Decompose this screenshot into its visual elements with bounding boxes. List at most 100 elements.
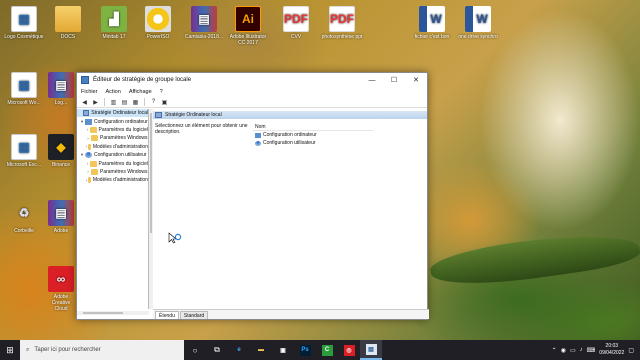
menu-action[interactable]: Action xyxy=(106,89,121,95)
poweriso-icon xyxy=(145,6,171,32)
clock[interactable]: 20:03 09/04/2022 xyxy=(599,343,624,357)
close-button[interactable]: ✕ xyxy=(405,73,427,87)
maximize-button[interactable]: ☐ xyxy=(383,73,405,87)
column-header-nom[interactable]: Nom xyxy=(253,123,373,131)
desktop-icon-poweriso[interactable]: PowerISO xyxy=(136,6,180,40)
user-icon xyxy=(255,140,261,146)
system-tray: ⌃ ◉ ▭ ♪ ⌨ 20:03 09/04/2022 ▢ xyxy=(552,340,640,360)
desktop-icon-creative-cloud[interactable]: ∞ Adobe Creative Cloud xyxy=(46,266,76,312)
desktop-icon-adobe[interactable]: ▤ Adobe xyxy=(46,200,76,234)
tab-etendu[interactable]: Étendu xyxy=(155,311,179,319)
tree-item-parametres-logiciel-user[interactable]: › Paramètres du logiciel xyxy=(77,159,148,167)
busy-cursor-icon xyxy=(168,232,182,244)
recycle-bin-icon: ♻ xyxy=(18,206,30,220)
desktop-icon-illustrator[interactable]: Ai Adobe Illustrator CC 2017 xyxy=(226,6,270,46)
group-policy-editor-icon[interactable]: ▤ xyxy=(360,340,382,360)
wallpaper-branch xyxy=(428,225,640,293)
cortana-icon[interactable]: ○ xyxy=(184,340,206,360)
desktop-icon-logo-cosmetique[interactable]: ▧ Logo Cosmétique xyxy=(2,6,46,40)
navigation-tree: Stratégie Ordinateur local ▾ Configurati… xyxy=(77,109,149,309)
tree-horizontal-scrollbar[interactable] xyxy=(77,311,149,315)
scrollbar-thumb[interactable] xyxy=(150,113,152,233)
menu-fichier[interactable]: Fichier xyxy=(81,89,98,95)
image-file-icon: ▧ xyxy=(11,6,37,32)
winrar-icon: ▤ xyxy=(48,72,74,98)
menu-help[interactable]: ? xyxy=(160,89,163,95)
folder-icon xyxy=(91,168,98,175)
battery-icon[interactable]: ▭ xyxy=(570,347,576,354)
desktop-icon-docs[interactable]: DOCS xyxy=(46,6,90,40)
desktop-icon-binance[interactable]: ◆ Binance xyxy=(46,134,76,168)
edge-icon[interactable]: e xyxy=(228,340,250,360)
task-view-icon[interactable]: ⧉ xyxy=(206,340,228,360)
desktop-icon-corbeille[interactable]: ♻ Corbeille xyxy=(2,200,46,234)
export-list-icon[interactable]: ▦ xyxy=(131,98,140,107)
tree-item-strategie-ordinateur-local[interactable]: Stratégie Ordinateur local xyxy=(77,109,148,118)
window-title: Éditeur de stratégie de groupe locale xyxy=(93,77,192,83)
menu-bar: Fichier Action Affichage ? xyxy=(77,87,427,97)
desktop-icon-onedrive[interactable]: W one drive synchro xyxy=(456,6,500,40)
camtasia-icon[interactable]: C xyxy=(316,340,338,360)
folder-icon xyxy=(55,6,81,32)
keyboard-icon[interactable]: ⌨ xyxy=(587,347,596,354)
pane-header: Stratégie Ordinateur local xyxy=(153,111,427,119)
store-icon[interactable]: ▣ xyxy=(272,340,294,360)
creative-cloud-icon[interactable]: ◎ xyxy=(338,340,360,360)
desktop-icon-photosynthese[interactable]: PDF photosynthèse ppt xyxy=(320,6,364,40)
list-item-configuration-ordinateur[interactable]: Configuration ordinateur xyxy=(253,131,373,139)
image-file-icon: ▧ xyxy=(11,72,37,98)
file-explorer-icon[interactable]: ▬ xyxy=(250,340,272,360)
list-item-configuration-utilisateur[interactable]: Configuration utilisateur xyxy=(253,139,373,147)
chevron-up-icon[interactable]: ⌃ xyxy=(552,347,557,354)
network-icon[interactable]: ◉ xyxy=(561,347,566,354)
desktop-icon-cvv[interactable]: PDF CVV xyxy=(274,6,318,40)
creative-cloud-icon: ∞ xyxy=(48,266,74,292)
photoshop-icon[interactable]: Ps xyxy=(294,340,316,360)
policy-icon xyxy=(155,112,162,118)
tree-item-modeles-administration[interactable]: › Modèles d'administration xyxy=(77,143,148,151)
help-icon[interactable]: ? xyxy=(149,98,158,107)
back-icon[interactable]: ◀ xyxy=(80,98,89,107)
word-icon: W xyxy=(419,6,445,32)
items-list: Nom Configuration ordinateur Configurati… xyxy=(253,123,373,147)
forward-icon[interactable]: ▶ xyxy=(91,98,100,107)
tree-item-configuration-utilisateur[interactable]: ▾ Configuration utilisateur xyxy=(77,151,148,159)
start-button[interactable]: ⊞ xyxy=(0,340,20,360)
clock-date: 09/04/2022 xyxy=(599,350,625,356)
notifications-icon[interactable]: ▢ xyxy=(628,347,634,354)
search-icon: ⌕ xyxy=(26,346,30,353)
group-policy-editor-window: Éditeur de stratégie de groupe locale — … xyxy=(76,72,429,320)
tree-item-parametres-logiciel[interactable]: › Paramètres du logiciel xyxy=(77,126,148,134)
desktop-icon-microsoft-excel[interactable]: ▧ Microsoft Exc... xyxy=(2,134,46,168)
tree-item-parametres-windows[interactable]: › Paramètres Windows xyxy=(77,134,148,142)
winrar-icon: ▤ xyxy=(191,6,217,32)
tree-item-configuration-ordinateur[interactable]: ▾ Configuration ordinateur xyxy=(77,117,148,125)
taskbar-search[interactable]: ⌕ Taper ici pour rechercher xyxy=(20,340,184,360)
view-icon[interactable]: ▣ xyxy=(160,98,169,107)
desktop-icon-log[interactable]: ▤ Log... xyxy=(46,72,76,106)
menu-affichage[interactable]: Affichage xyxy=(129,89,152,95)
desktop-icon-microsoft-word[interactable]: ▧ Microsoft Wo... xyxy=(2,72,46,106)
show-hide-tree-icon[interactable]: ▥ xyxy=(109,98,118,107)
desktop-icon-minitab[interactable]: ▟ Minitab 17 xyxy=(92,6,136,40)
tree-item-parametres-windows-user[interactable]: › Paramètres Windows xyxy=(77,168,148,176)
word-icon: W xyxy=(465,6,491,32)
binance-icon: ◆ xyxy=(48,134,74,160)
minimize-button[interactable]: — xyxy=(361,73,383,87)
tree-item-modeles-administration-user[interactable]: › Modèles d'administration xyxy=(77,176,148,184)
view-tabs: Étendu Standard xyxy=(153,309,429,319)
pdf-icon: PDF xyxy=(329,6,355,32)
image-file-icon: ▧ xyxy=(11,134,37,160)
tab-standard[interactable]: Standard xyxy=(179,311,209,319)
folder-icon xyxy=(91,135,98,142)
properties-icon[interactable]: ▤ xyxy=(120,98,129,107)
desktop-icon-camtasia[interactable]: ▤ Camtasia-2018... xyxy=(182,6,226,40)
pdf-icon: PDF xyxy=(283,6,309,32)
volume-icon[interactable]: ♪ xyxy=(580,347,583,353)
title-bar[interactable]: Éditeur de stratégie de groupe locale — … xyxy=(77,73,427,87)
description-text: Sélectionnez un élément pour obtenir une… xyxy=(155,123,248,136)
desktop-icon-fichier[interactable]: W fichier c'est bon xyxy=(410,6,454,40)
toolbar: ◀ ▶ ▥ ▤ ▦ ? ▣ xyxy=(77,97,427,108)
main-content: Stratégie Ordinateur local ▾ Configurati… xyxy=(77,109,429,319)
scrollbar-thumb[interactable] xyxy=(83,312,123,314)
